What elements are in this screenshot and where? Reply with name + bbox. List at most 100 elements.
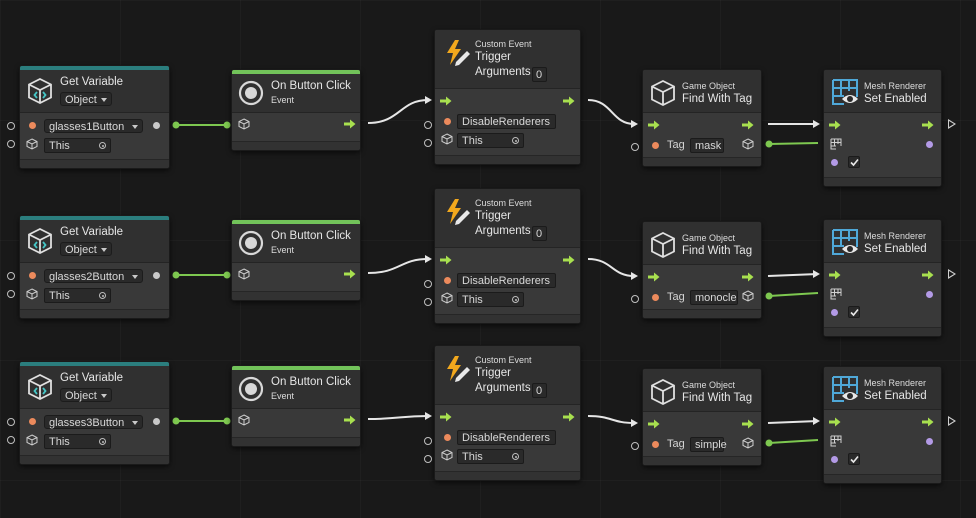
flow-output-arrow-icon[interactable]	[344, 119, 356, 129]
get-variable-node[interactable]: Get Variable Object glasses3Button This	[19, 361, 170, 465]
flow-exit-port[interactable]	[948, 416, 956, 426]
flow-output-arrow-icon[interactable]	[563, 412, 575, 422]
input-port[interactable]	[7, 122, 15, 130]
target-icon	[512, 453, 519, 460]
event-target-field[interactable]: This	[457, 133, 524, 148]
input-port[interactable]	[424, 139, 432, 147]
value-output-port[interactable]	[153, 122, 160, 129]
flow-output-arrow-icon[interactable]	[742, 272, 754, 282]
input-port[interactable]	[424, 280, 432, 288]
flow-output-arrow-icon[interactable]	[344, 269, 356, 279]
tag-field[interactable]: mask	[690, 138, 724, 153]
target-icon	[99, 438, 106, 445]
input-port[interactable]	[631, 442, 639, 450]
enabled-checkbox[interactable]	[848, 453, 860, 465]
flow-output-arrow-icon[interactable]	[922, 270, 934, 280]
input-port[interactable]	[7, 418, 15, 426]
event-name-field[interactable]: DisableRenderers	[457, 114, 556, 129]
input-port[interactable]	[424, 437, 432, 445]
input-port[interactable]	[424, 455, 432, 463]
event-target-field[interactable]: This	[457, 292, 524, 307]
lightning-pen-icon	[447, 356, 470, 382]
mesh-renderer-set-enabled-node[interactable]: Mesh Renderer Set Enabled	[823, 69, 942, 187]
flow-output-arrow-icon[interactable]	[563, 255, 575, 265]
variable-kind-dropdown[interactable]: Object	[60, 388, 112, 402]
input-port[interactable]	[7, 290, 15, 298]
flow-output-arrow-icon[interactable]	[742, 120, 754, 130]
input-port[interactable]	[631, 295, 639, 303]
flow-input-arrow-icon[interactable]	[440, 255, 452, 265]
on-button-click-node[interactable]: On Button Click Event	[231, 365, 361, 447]
bool-output-port[interactable]	[926, 438, 933, 445]
bool-output-port[interactable]	[926, 291, 933, 298]
flow-output-arrow-icon[interactable]	[344, 415, 356, 425]
arguments-count-field[interactable]: 0	[532, 67, 547, 82]
arguments-count-field[interactable]: 0	[532, 383, 547, 398]
value-output-port[interactable]	[153, 418, 160, 425]
variable-kind-dropdown[interactable]: Object	[60, 242, 112, 256]
flow-output-arrow-icon[interactable]	[922, 417, 934, 427]
variable-source-field[interactable]: This	[44, 288, 111, 303]
trigger-custom-event-node[interactable]: Custom Event Trigger Arguments 0 DisableRend…	[434, 29, 581, 165]
enabled-checkbox[interactable]	[848, 156, 860, 168]
gameobject-value-wire	[768, 292, 819, 297]
flow-input-arrow-icon[interactable]	[440, 412, 452, 422]
flow-input-arrow-icon[interactable]	[648, 120, 660, 130]
flow-exit-port[interactable]	[948, 119, 956, 129]
get-variable-node[interactable]: Get Variable Object glasses1Button This	[19, 65, 170, 169]
variable-name-dropdown[interactable]: glasses1Button	[44, 119, 143, 133]
tag-field[interactable]: monocle	[690, 290, 738, 305]
mesh-renderer-set-enabled-node[interactable]: Mesh Renderer Set Enabled	[823, 219, 942, 337]
enabled-port-dot	[831, 159, 838, 166]
tag-port-dot	[652, 142, 659, 149]
find-with-tag-node[interactable]: Game Object Find With Tag Tag monocle	[642, 221, 762, 319]
input-port[interactable]	[7, 272, 15, 280]
event-target-field[interactable]: This	[457, 449, 524, 464]
mesh-renderer-set-enabled-node[interactable]: Mesh Renderer Set Enabled	[823, 366, 942, 484]
flow-output-arrow-icon[interactable]	[742, 419, 754, 429]
variable-source-field[interactable]: This	[44, 138, 111, 153]
on-button-click-node[interactable]: On Button Click Event	[231, 219, 361, 301]
input-port[interactable]	[424, 121, 432, 129]
input-port[interactable]	[7, 436, 15, 444]
tag-port-dot	[652, 294, 659, 301]
flow-input-arrow-icon[interactable]	[648, 419, 660, 429]
variable-source-field[interactable]: This	[44, 434, 111, 449]
control-flow-wire	[587, 99, 635, 125]
input-port[interactable]	[7, 140, 15, 148]
arguments-count-field[interactable]: 0	[532, 226, 547, 241]
flow-input-arrow-icon[interactable]	[648, 272, 660, 282]
bool-output-port[interactable]	[926, 141, 933, 148]
node-title: Find With Tag	[682, 392, 753, 404]
get-variable-node[interactable]: Get Variable Object glasses2Button This	[19, 215, 170, 319]
on-button-click-node[interactable]: On Button Click Event	[231, 69, 361, 151]
flow-input-arrow-icon[interactable]	[829, 120, 841, 130]
node-title: Get Variable	[60, 76, 124, 88]
node-subtitle: Event	[271, 391, 295, 401]
tag-field[interactable]: simple	[690, 437, 727, 452]
chevron-down-icon	[101, 98, 107, 102]
trigger-custom-event-node[interactable]: Custom Event Trigger Arguments 0 DisableRend…	[434, 188, 581, 324]
variable-name-dropdown[interactable]: glasses3Button	[44, 415, 143, 429]
flow-input-arrow-icon[interactable]	[440, 96, 452, 106]
input-port[interactable]	[424, 298, 432, 306]
enabled-checkbox[interactable]	[848, 306, 860, 318]
input-port[interactable]	[631, 143, 639, 151]
flow-input-arrow-icon[interactable]	[829, 270, 841, 280]
gameobject-cube-icon	[238, 118, 250, 130]
find-with-tag-node[interactable]: Game Object Find With Tag Tag simple	[642, 368, 762, 466]
gameobject-value-wire	[768, 142, 819, 145]
flow-input-arrow-icon[interactable]	[829, 417, 841, 427]
trigger-custom-event-node[interactable]: Custom Event Trigger Arguments 0 DisableRend…	[434, 345, 581, 481]
variable-kind-dropdown[interactable]: Object	[60, 92, 112, 106]
flow-output-arrow-icon[interactable]	[922, 120, 934, 130]
control-flow-wire	[587, 258, 635, 277]
flow-output-arrow-icon[interactable]	[563, 96, 575, 106]
node-header: Mesh Renderer Set Enabled	[824, 367, 941, 410]
find-with-tag-node[interactable]: Game Object Find With Tag Tag mask	[642, 69, 762, 167]
event-name-field[interactable]: DisableRenderers	[457, 430, 556, 445]
variable-name-dropdown[interactable]: glasses2Button	[44, 269, 143, 283]
event-name-field[interactable]: DisableRenderers	[457, 273, 556, 288]
flow-exit-port[interactable]	[948, 269, 956, 279]
value-output-port[interactable]	[153, 272, 160, 279]
